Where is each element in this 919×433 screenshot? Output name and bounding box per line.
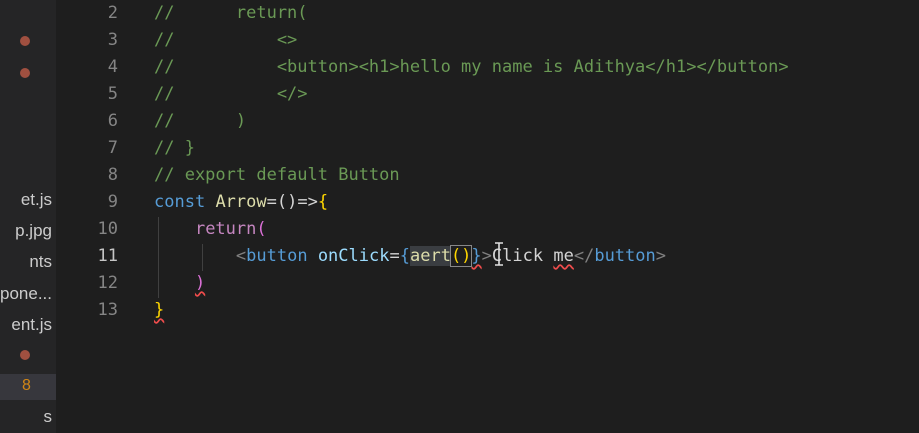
sidebar-file-item[interactable]: s xyxy=(0,405,56,429)
code-line: 3 // <> xyxy=(56,27,919,54)
alert-call-a: a xyxy=(409,246,421,266)
sidebar-file-item[interactable]: p.jpg xyxy=(0,219,56,243)
sidebar-file-label: nts xyxy=(29,252,52,271)
code-text: const Arrow=()=>{ xyxy=(154,192,329,212)
sidebar-file-label: p.jpg xyxy=(15,221,52,240)
jsx-attr: onClick xyxy=(317,246,390,266)
code-line: 9 const Arrow=()=>{ xyxy=(56,189,919,216)
line-number: 10 xyxy=(97,219,118,239)
code-text: // return( xyxy=(154,3,308,23)
line-number: 9 xyxy=(107,192,118,212)
keyword-const: const xyxy=(154,192,206,212)
problem-count-badge: 8 xyxy=(22,377,31,394)
keyword-return: return xyxy=(194,219,257,239)
code-text: return( xyxy=(194,219,267,239)
sidebar-file-label: et.js xyxy=(20,190,52,209)
line-number-active: 11 xyxy=(97,246,118,266)
sidebar-file-item[interactable]: pone... xyxy=(0,282,56,306)
code-line: 13 } xyxy=(56,297,919,324)
code-text: // </> xyxy=(154,84,308,104)
code-line: 7 // } xyxy=(56,135,919,162)
sidebar-file-item-selected[interactable]: 8 xyxy=(0,374,56,400)
line-number: 4 xyxy=(107,57,118,77)
modified-dot-icon xyxy=(20,350,30,360)
modified-dot-icon xyxy=(20,36,30,46)
explorer-sidebar: et.js p.jpg nts pone... ent.js 8 s xyxy=(0,0,56,433)
code-text: // export default Button xyxy=(154,165,400,185)
line-number: 13 xyxy=(97,300,118,320)
line-number: 5 xyxy=(107,84,118,104)
sidebar-file-label: pone... xyxy=(0,284,52,303)
sidebar-file-item[interactable]: et.js xyxy=(0,188,56,212)
arrow-fn-syntax: =()=> xyxy=(266,192,318,212)
line-number: 6 xyxy=(107,111,118,131)
code-text: // } xyxy=(154,138,195,158)
code-editor[interactable]: 2 // return( 3 // <> 4 // <button><h1>he… xyxy=(56,0,919,433)
sidebar-file-item[interactable]: nts xyxy=(0,250,56,274)
line-number: 12 xyxy=(97,273,118,293)
code-text: // ) xyxy=(154,111,247,131)
line-number: 3 xyxy=(107,30,118,50)
jsx-tag-open: button xyxy=(246,246,308,266)
sidebar-file-item[interactable]: ent.js xyxy=(0,313,56,337)
code-line: 8 // export default Button xyxy=(56,162,919,189)
line-number: 8 xyxy=(107,165,118,185)
code-line: 4 // <button><h1>hello my name is Adithy… xyxy=(56,54,919,81)
code-line: 5 // </> xyxy=(56,81,919,108)
code-line: 2 // return( xyxy=(56,0,919,27)
code-line: 12 ) xyxy=(56,270,919,297)
identifier-arrow: Arrow xyxy=(215,192,267,212)
line-number: 2 xyxy=(107,3,118,23)
text-cursor-icon xyxy=(495,242,503,266)
code-line: 10 return( xyxy=(56,216,919,243)
line-number: 7 xyxy=(107,138,118,158)
code-text: } xyxy=(154,300,165,320)
sidebar-file-label: ent.js xyxy=(11,315,52,334)
button-text-2: me xyxy=(553,246,574,266)
code-text: // <> xyxy=(154,30,298,50)
code-text: <button onClick={aert()}>Click me</butto… xyxy=(235,245,666,267)
code-line-active: 11 <button onClick={aert()}>Click me</bu… xyxy=(56,243,919,270)
alert-call-b: ert xyxy=(420,246,451,266)
code-text: ) xyxy=(194,273,206,293)
jsx-tag-close: button xyxy=(594,246,656,266)
code-line: 6 // ) xyxy=(56,108,919,135)
sidebar-file-label: s xyxy=(43,407,53,426)
code-text: // <button><h1>hello my name is Adithya<… xyxy=(154,57,789,77)
modified-dot-icon xyxy=(20,68,30,78)
